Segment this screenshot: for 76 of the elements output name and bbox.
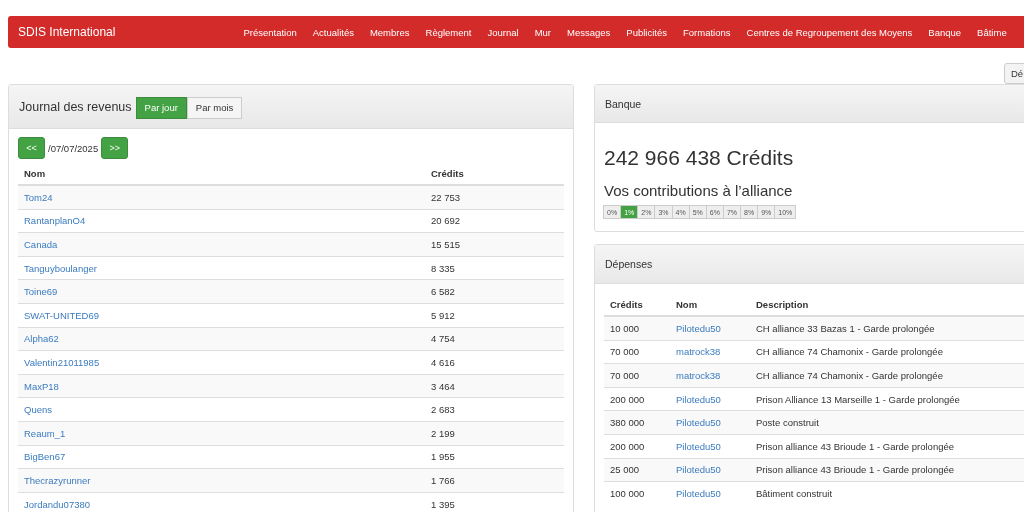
- player-link[interactable]: Jordandu07380: [24, 498, 91, 510]
- credits-cell: 70 000: [604, 340, 670, 364]
- nav-link[interactable]: Journal: [487, 26, 519, 38]
- credits-cell: 1 955: [425, 445, 564, 469]
- previous-button[interactable]: <<: [18, 137, 45, 159]
- description-cell: Poste construit: [750, 410, 1024, 435]
- player-link[interactable]: Tanguyboulanger: [24, 262, 97, 274]
- description-cell: Prison Alliance 13 Marseille 1 - Garde prolongée: [750, 387, 1024, 411]
- description-cell: Prison alliance 43 Brioude 1 - Garde prolongée: [750, 458, 1024, 482]
- description-cell: CH alliance 74 Chamonix - Garde prolongée: [750, 340, 1024, 364]
- credits-cell: 4 754: [425, 327, 564, 351]
- credits-cell: 100 000: [604, 481, 670, 505]
- player-link[interactable]: matrock38: [676, 346, 721, 358]
- credits-cell: 200 000: [604, 387, 670, 411]
- player-link[interactable]: BigBen67: [24, 451, 66, 463]
- player-link[interactable]: Valentin21011985: [24, 356, 100, 368]
- player-link[interactable]: Pilotedu50: [676, 417, 721, 429]
- player-link[interactable]: SWAT-UNITED69: [24, 309, 99, 321]
- credits-cell: 1 766: [425, 468, 564, 493]
- panel-title: Journal des revenus: [19, 99, 132, 114]
- nav-link[interactable]: Formations: [683, 26, 731, 38]
- period-tab[interactable]: Par jour: [135, 96, 187, 119]
- description-cell: CH alliance 74 Chamonix - Garde prolongée: [750, 363, 1024, 388]
- nav-link[interactable]: Mur: [534, 26, 551, 38]
- player-link[interactable]: Thecrazyrunner: [24, 474, 91, 486]
- nav-link[interactable]: Actualités: [312, 26, 354, 38]
- credits-cell: 2 199: [425, 421, 564, 446]
- credits-cell: 70 000: [604, 363, 670, 388]
- description-cell: CH alliance 33 Bazas 1 - Garde prolongée: [750, 316, 1024, 341]
- player-link[interactable]: Reaum_1: [24, 427, 66, 439]
- credits-cell: 22 753: [425, 185, 564, 210]
- next-button[interactable]: >>: [101, 137, 129, 159]
- credits-cell: 15 515: [425, 232, 564, 257]
- nav-link[interactable]: Règlement: [425, 26, 472, 38]
- nav-link[interactable]: Publicités: [626, 26, 667, 38]
- credits-cell: 2 683: [425, 397, 564, 422]
- player-link[interactable]: Tom24: [24, 191, 53, 203]
- credits-cell: 10 000: [604, 316, 670, 341]
- player-link[interactable]: RantanplanO4: [24, 215, 86, 227]
- player-link[interactable]: Pilotedu50: [676, 464, 721, 476]
- credits-cell: 20 692: [425, 209, 564, 233]
- top-button[interactable]: Dé: [1004, 63, 1024, 84]
- date-label: /07/07/2025: [48, 142, 99, 154]
- credits-cell: 380 000: [604, 410, 670, 435]
- nav-link[interactable]: Bâtime: [977, 26, 1007, 38]
- player-link[interactable]: MaxP18: [24, 380, 59, 392]
- nav-link[interactable]: Banque: [928, 26, 962, 38]
- player-link[interactable]: Pilotedu50: [676, 393, 721, 405]
- credits-cell: 6 582: [425, 279, 564, 304]
- credits-cell: 5 912: [425, 303, 564, 328]
- balance-amount: 242 966 438 Crédits: [604, 146, 795, 170]
- player-link[interactable]: Pilotedu50: [676, 487, 721, 499]
- nav-link[interactable]: Présentation: [243, 26, 297, 38]
- nav-link[interactable]: Centres de Regroupement des Moyens: [746, 26, 913, 38]
- panel-title: Dépenses: [605, 258, 653, 270]
- credits-cell: 4 616: [425, 350, 564, 375]
- player-link[interactable]: Quens: [24, 404, 52, 416]
- nav-link[interactable]: Membres: [369, 26, 410, 38]
- credits-cell: 1 395: [425, 492, 564, 512]
- nav-link[interactable]: Messages: [567, 26, 611, 38]
- brand-title[interactable]: SDIS International: [18, 25, 116, 39]
- credits-cell: 8 335: [425, 256, 564, 280]
- description-cell: Prison alliance 43 Brioude 1 - Garde prolongée: [750, 434, 1024, 459]
- player-link[interactable]: Pilotedu50: [676, 440, 721, 452]
- player-link[interactable]: matrock38: [676, 370, 721, 381]
- player-link[interactable]: Toine69: [24, 286, 58, 298]
- credits-cell: 3 464: [425, 374, 564, 398]
- panel-title: Banque: [605, 97, 642, 110]
- description-cell: Bâtiment construit: [750, 481, 1024, 505]
- credits-cell: 200 000: [604, 434, 670, 459]
- contributions-title: Vos contributions à l’alliance: [604, 182, 794, 199]
- player-link[interactable]: Alpha62: [24, 333, 59, 345]
- credits-cell: 25 000: [604, 458, 670, 482]
- player-link[interactable]: Pilotedu50: [676, 322, 721, 334]
- period-tab[interactable]: Par mois: [186, 96, 243, 119]
- player-link[interactable]: Canada: [24, 239, 58, 250]
